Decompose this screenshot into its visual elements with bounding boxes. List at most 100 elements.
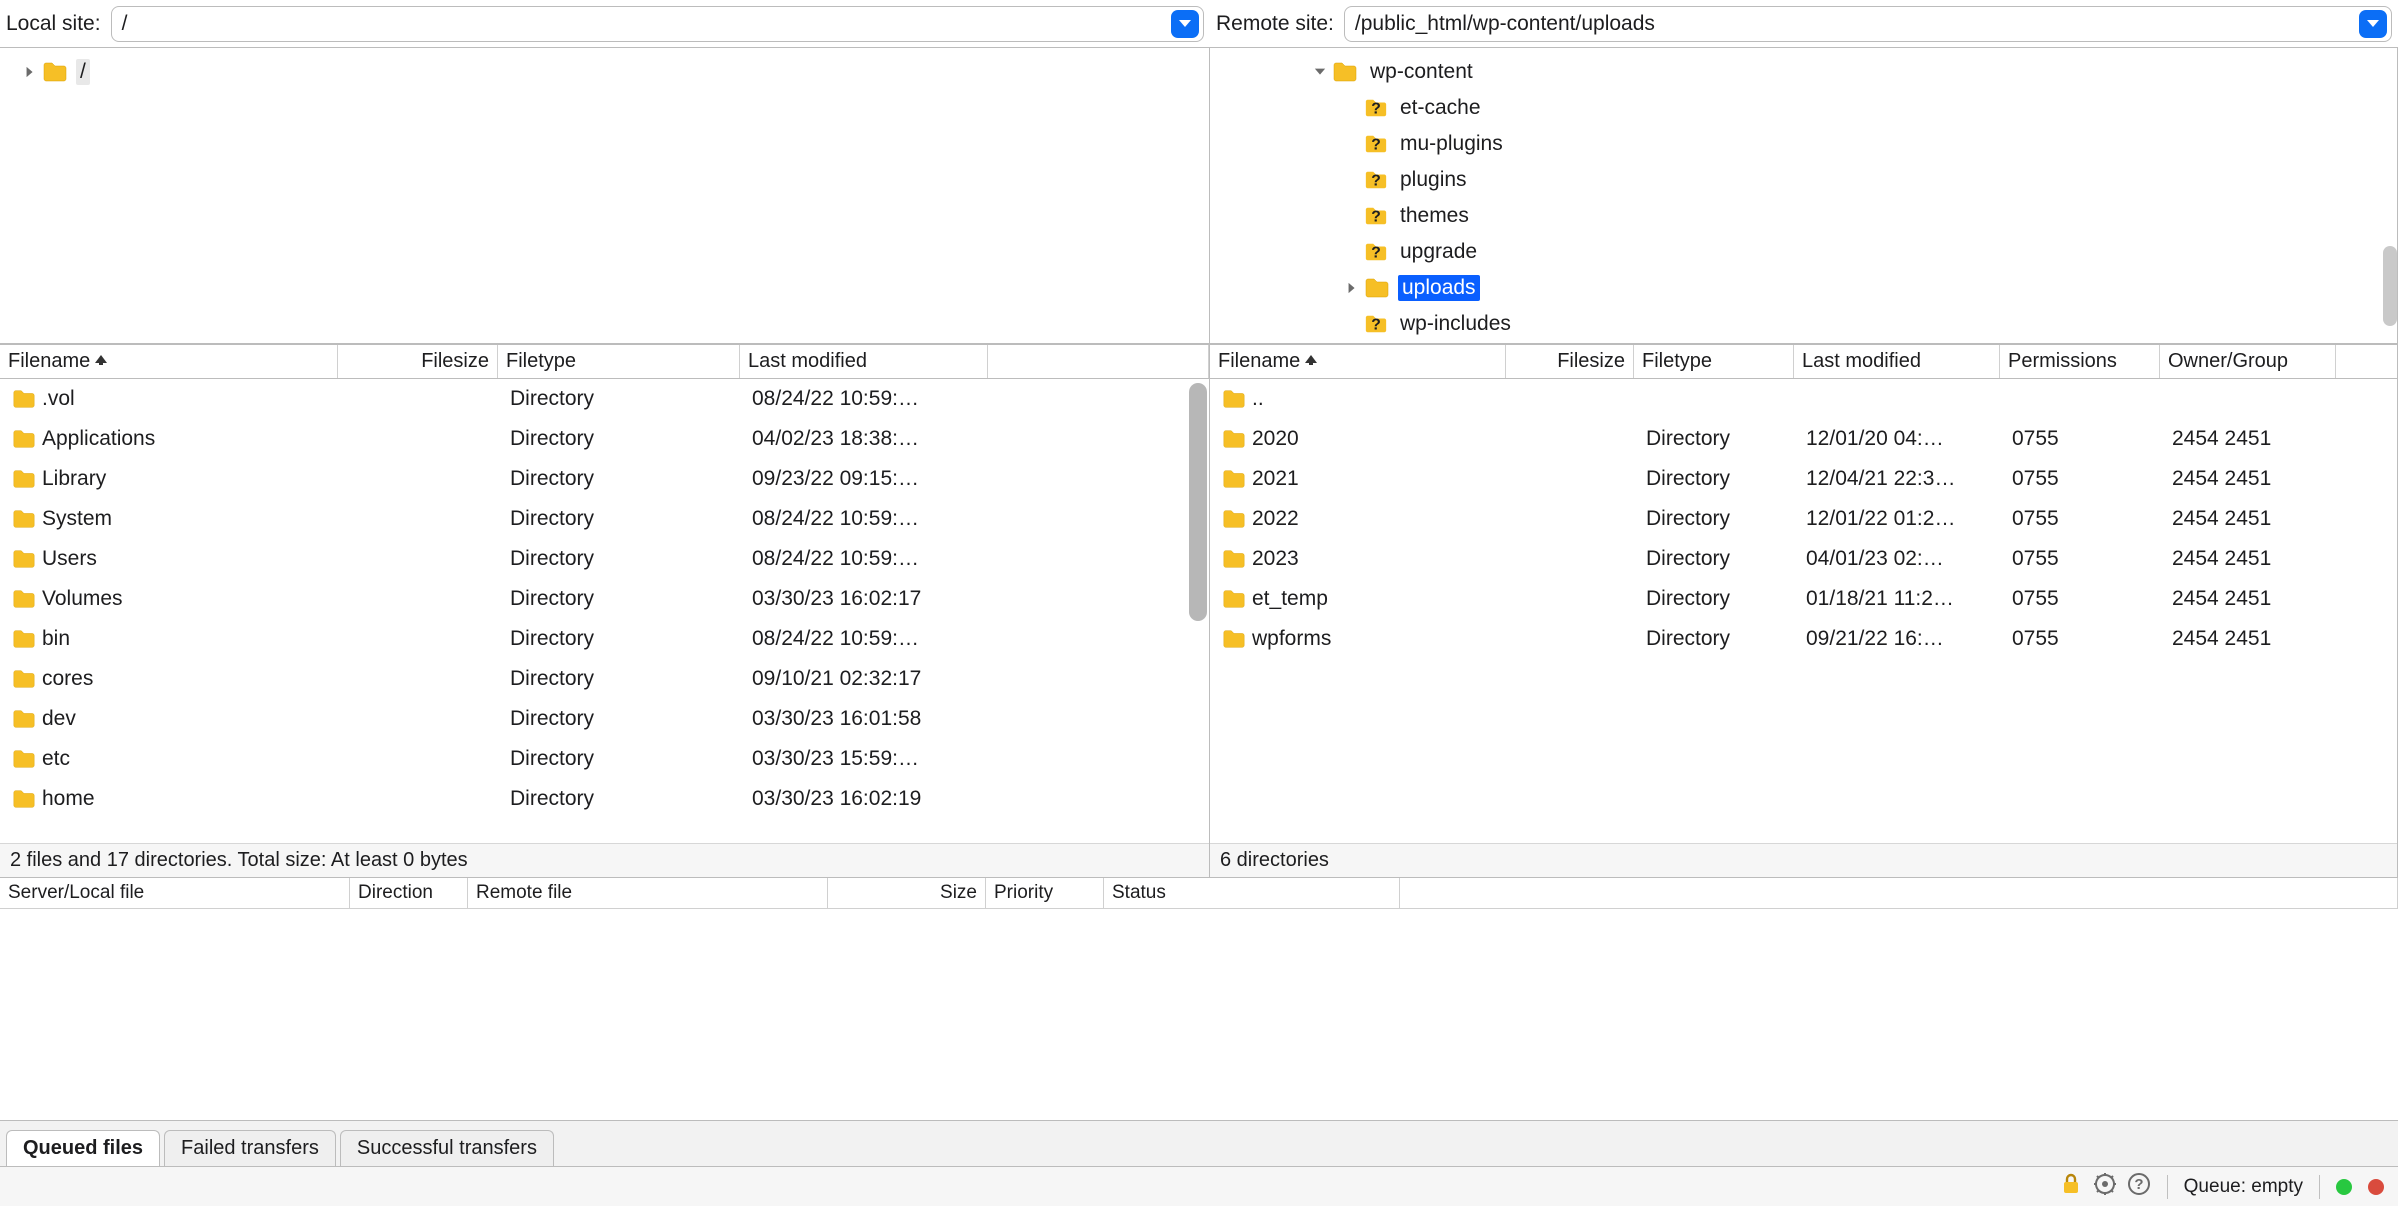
chevron-down-icon[interactable]: [1310, 62, 1330, 82]
file-modified: 03/30/23 16:01:58: [744, 707, 992, 731]
table-row[interactable]: 2022Directory12/01/22 01:2…07552454 2451: [1210, 499, 2397, 539]
tab-successful-transfers[interactable]: Successful transfers: [340, 1130, 554, 1166]
folder-icon: [1222, 468, 1246, 490]
local-path-combo[interactable]: /: [111, 6, 1204, 42]
table-row[interactable]: ..: [1210, 379, 2397, 419]
folder-icon: [12, 748, 36, 770]
remote-tree-item[interactable]: wp-includes: [1210, 306, 2397, 342]
file-type: Directory: [502, 587, 744, 611]
local-tree-root-label: /: [76, 59, 90, 85]
queue-col-remote[interactable]: Remote file: [468, 878, 828, 908]
file-modified: 08/24/22 10:59:…: [744, 507, 992, 531]
local-file-list[interactable]: .volDirectory08/24/22 10:59:…Application…: [0, 379, 1209, 843]
queue-col-status[interactable]: Status: [1104, 878, 1400, 908]
table-row[interactable]: UsersDirectory08/24/22 10:59:…: [0, 539, 1209, 579]
gear-icon[interactable]: [2093, 1172, 2117, 1202]
remote-col-permissions[interactable]: Permissions: [2000, 345, 2160, 378]
file-type: Directory: [1638, 587, 1798, 611]
remote-tree[interactable]: wp-content et-cache mu-pluginsplugins them…: [1210, 48, 2397, 344]
remote-path-dropdown-icon[interactable]: [2359, 10, 2387, 38]
file-modified: 09/10/21 02:32:17: [744, 667, 992, 691]
file-permissions: 0755: [2004, 547, 2164, 571]
file-modified: 12/01/22 01:2…: [1798, 507, 2004, 531]
file-permissions: 0755: [2004, 587, 2164, 611]
sort-asc-icon: [1304, 350, 1318, 373]
remote-col-filetype[interactable]: Filetype: [1634, 345, 1794, 378]
remote-tree-item-label: et-cache: [1396, 95, 1485, 121]
table-row[interactable]: etcDirectory03/30/23 15:59:…: [0, 739, 1209, 779]
file-modified: 04/01/23 02:…: [1798, 547, 2004, 571]
queue-col-direction[interactable]: Direction: [350, 878, 468, 908]
remote-tree-item-label: themes: [1396, 203, 1473, 229]
remote-col-owner[interactable]: Owner/Group: [2160, 345, 2336, 378]
spacer[interactable]: [1342, 314, 1362, 334]
spacer[interactable]: [1342, 242, 1362, 262]
remote-tree-item[interactable]: uploads: [1210, 270, 2397, 306]
spacer[interactable]: [1342, 206, 1362, 226]
table-row[interactable]: devDirectory03/30/23 16:01:58: [0, 699, 1209, 739]
local-path-value: /: [122, 12, 1171, 36]
folder-icon: [12, 708, 36, 730]
scrollbar-thumb[interactable]: [1189, 383, 1207, 621]
table-row[interactable]: 2020Directory12/01/20 04:…07552454 2451: [1210, 419, 2397, 459]
remote-tree-item[interactable]: mu-plugins: [1210, 126, 2397, 162]
file-owner: 2454 2451: [2164, 627, 2340, 651]
local-col-filename[interactable]: Filename: [0, 345, 338, 378]
remote-file-list[interactable]: ..2020Directory12/01/20 04:…07552454 245…: [1210, 379, 2397, 843]
table-row[interactable]: wpformsDirectory09/21/22 16:…07552454 24…: [1210, 619, 2397, 659]
table-row[interactable]: binDirectory08/24/22 10:59:…: [0, 619, 1209, 659]
remote-tree-root[interactable]: wp-content: [1210, 54, 2397, 90]
local-col-filetype[interactable]: Filetype: [498, 345, 740, 378]
tab-failed-transfers[interactable]: Failed transfers: [164, 1130, 336, 1166]
table-row[interactable]: coresDirectory09/10/21 02:32:17: [0, 659, 1209, 699]
remote-path-combo[interactable]: /public_html/wp-content/uploads: [1344, 6, 2392, 42]
table-row[interactable]: VolumesDirectory03/30/23 16:02:17: [0, 579, 1209, 619]
help-icon[interactable]: [2127, 1172, 2151, 1202]
file-name: bin: [42, 627, 70, 651]
spacer[interactable]: [1342, 134, 1362, 154]
remote-tree-item[interactable]: themes: [1210, 198, 2397, 234]
file-name: dev: [42, 707, 76, 731]
remote-tree-item[interactable]: et-cache: [1210, 90, 2397, 126]
file-permissions: 0755: [2004, 507, 2164, 531]
remote-tree-item[interactable]: upgrade: [1210, 234, 2397, 270]
local-status: 2 files and 17 directories. Total size: …: [0, 843, 1209, 877]
table-row[interactable]: homeDirectory03/30/23 16:02:19: [0, 779, 1209, 819]
folder-unknown-icon: [1364, 240, 1388, 264]
local-path-dropdown-icon[interactable]: [1171, 10, 1199, 38]
table-row[interactable]: .volDirectory08/24/22 10:59:…: [0, 379, 1209, 419]
remote-col-modified[interactable]: Last modified: [1794, 345, 2000, 378]
queue-body[interactable]: [0, 909, 2398, 1120]
chevron-right-icon[interactable]: [20, 62, 40, 82]
sort-asc-icon: [94, 350, 108, 373]
file-name: wpforms: [1252, 627, 1331, 651]
remote-col-filename[interactable]: Filename: [1210, 345, 1506, 378]
file-modified: 03/30/23 15:59:…: [744, 747, 992, 771]
local-col-modified[interactable]: Last modified: [740, 345, 988, 378]
table-row[interactable]: 2023Directory04/01/23 02:…07552454 2451: [1210, 539, 2397, 579]
remote-site-label: Remote site:: [1216, 12, 1334, 36]
file-name: 2022: [1252, 507, 1299, 531]
spacer[interactable]: [1342, 98, 1362, 118]
remote-tree-item[interactable]: plugins: [1210, 162, 2397, 198]
local-col-filesize[interactable]: Filesize: [338, 345, 498, 378]
table-row[interactable]: ApplicationsDirectory04/02/23 18:38:…: [0, 419, 1209, 459]
file-type: Directory: [502, 387, 744, 411]
spacer[interactable]: [1342, 170, 1362, 190]
table-row[interactable]: 2021Directory12/04/21 22:3…07552454 2451: [1210, 459, 2397, 499]
local-tree[interactable]: /: [0, 48, 1209, 344]
lock-icon[interactable]: [2059, 1172, 2083, 1202]
file-type: Directory: [502, 547, 744, 571]
scrollbar-thumb[interactable]: [2383, 246, 2397, 326]
table-row[interactable]: et_tempDirectory01/18/21 11:2…07552454 2…: [1210, 579, 2397, 619]
queue-col-file[interactable]: Server/Local file: [0, 878, 350, 908]
remote-col-filesize[interactable]: Filesize: [1506, 345, 1634, 378]
local-tree-root[interactable]: /: [0, 54, 1209, 90]
file-name: Users: [42, 547, 97, 571]
table-row[interactable]: SystemDirectory08/24/22 10:59:…: [0, 499, 1209, 539]
table-row[interactable]: LibraryDirectory09/23/22 09:15:…: [0, 459, 1209, 499]
queue-col-size[interactable]: Size: [828, 878, 986, 908]
queue-col-priority[interactable]: Priority: [986, 878, 1104, 908]
tab-queued-files[interactable]: Queued files: [6, 1130, 160, 1166]
chevron-right-icon[interactable]: [1342, 278, 1362, 298]
